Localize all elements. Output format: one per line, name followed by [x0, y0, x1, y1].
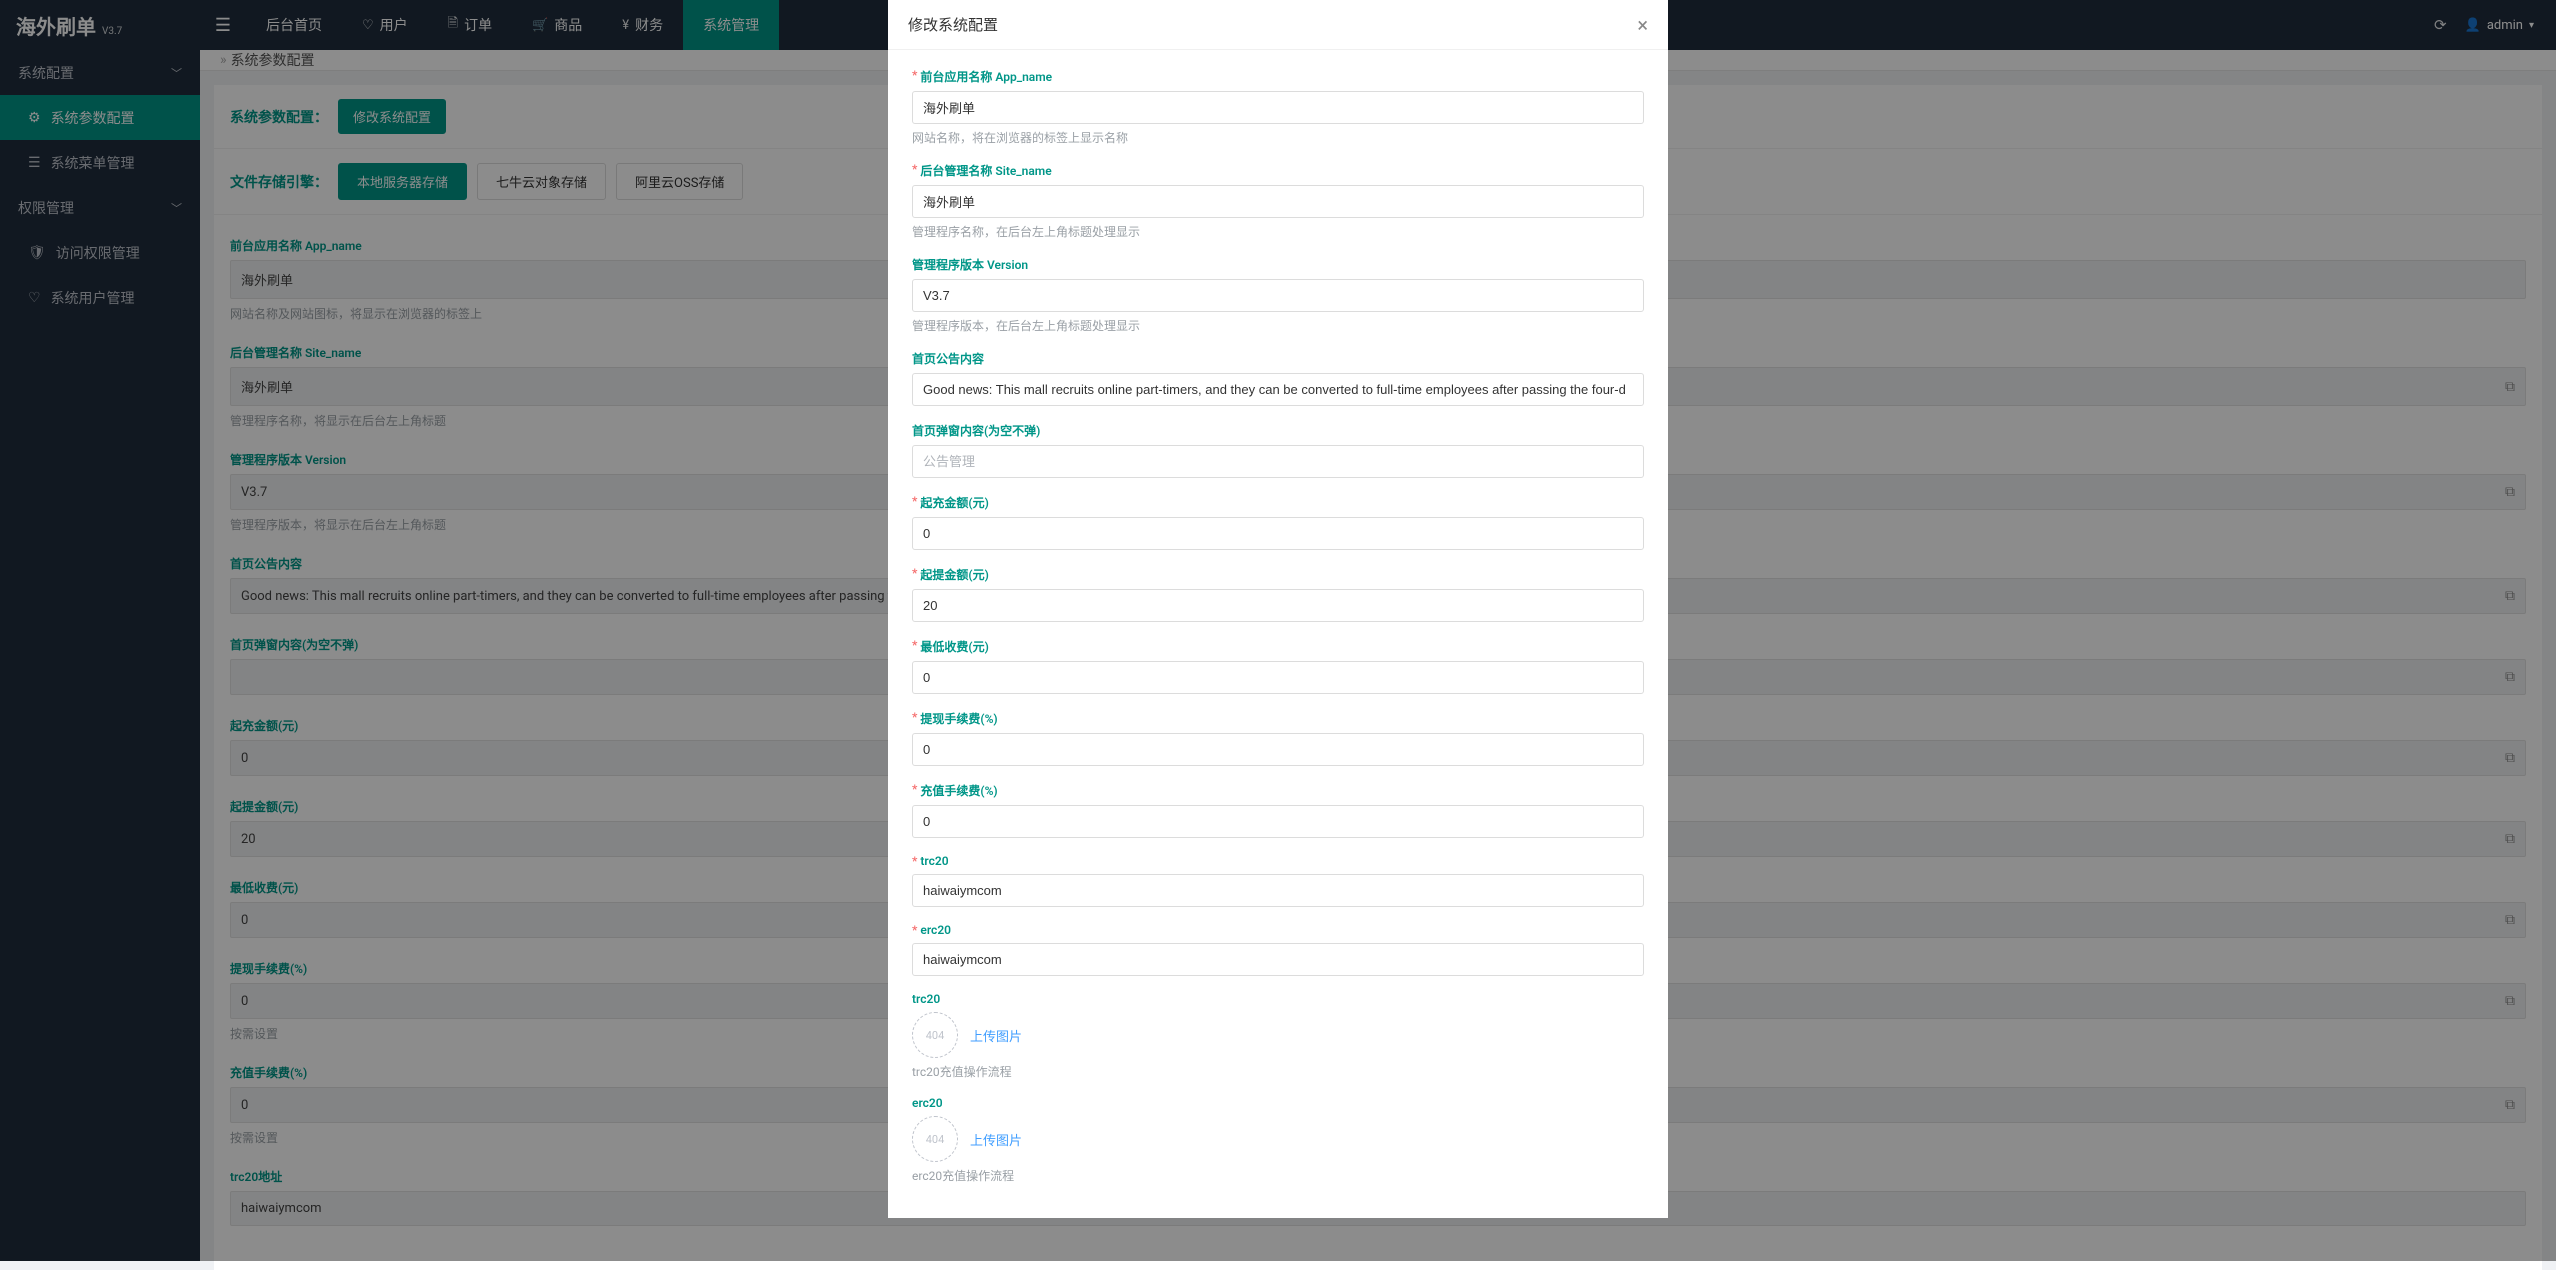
- required-marker: *: [912, 68, 917, 85]
- input-site-name[interactable]: [912, 185, 1644, 218]
- input-version[interactable]: [912, 279, 1644, 312]
- edit-config-dialog: 修改系统配置 × *前台应用名称 App_name网站名称，将在浏览器的标签上显…: [888, 0, 1668, 1218]
- input-min-withdraw[interactable]: [912, 589, 1644, 622]
- upload-link[interactable]: 上传图片: [970, 1026, 1022, 1045]
- input-min-fee[interactable]: [912, 661, 1644, 694]
- required-marker: *: [912, 494, 917, 511]
- d-label: 首页弹窗内容(为空不弹): [912, 422, 1040, 439]
- dialog-title: 修改系统配置: [908, 14, 998, 35]
- close-icon[interactable]: ×: [1637, 13, 1648, 37]
- d-label: 起充金额(元): [920, 494, 988, 511]
- required-marker: *: [912, 854, 917, 868]
- d-label: 后台管理名称 Site_name: [920, 162, 1051, 179]
- required-marker: *: [912, 782, 917, 799]
- d-label: 管理程序版本 Version: [912, 256, 1028, 273]
- d-label: 充值手续费(%): [920, 782, 997, 799]
- d-label: 前台应用名称 App_name: [920, 68, 1052, 85]
- d-label: 起提金额(元): [920, 566, 988, 583]
- d-label: trc20: [920, 854, 948, 868]
- d-hint: erc20充值操作流程: [912, 1167, 1644, 1184]
- d-label: 最低收费(元): [920, 638, 988, 655]
- required-marker: *: [912, 566, 917, 583]
- input-withdraw-pct[interactable]: [912, 733, 1644, 766]
- upload-trc20-image[interactable]: 404: [912, 1012, 958, 1058]
- d-hint: 网站名称，将在浏览器的标签上显示名称: [912, 129, 1644, 146]
- dialog-overlay[interactable]: 修改系统配置 × *前台应用名称 App_name网站名称，将在浏览器的标签上显…: [0, 0, 2556, 1261]
- required-marker: *: [912, 923, 917, 937]
- d-label: 提现手续费(%): [920, 710, 997, 727]
- d-hint: 管理程序名称，在后台左上角标题处理显示: [912, 223, 1644, 240]
- d-label: erc20: [912, 1096, 943, 1110]
- input-trc20[interactable]: [912, 874, 1644, 907]
- required-marker: *: [912, 162, 917, 179]
- d-label: trc20: [912, 992, 940, 1006]
- required-marker: *: [912, 638, 917, 655]
- input-app-name[interactable]: [912, 91, 1644, 124]
- required-marker: *: [912, 710, 917, 727]
- upload-erc20-image[interactable]: 404: [912, 1116, 958, 1162]
- input-recharge-pct[interactable]: [912, 805, 1644, 838]
- input-erc20[interactable]: [912, 943, 1644, 976]
- d-hint: 管理程序版本，在后台左上角标题处理显示: [912, 317, 1644, 334]
- d-hint: trc20充值操作流程: [912, 1063, 1644, 1080]
- input-min-recharge[interactable]: [912, 517, 1644, 550]
- d-label: 首页公告内容: [912, 350, 984, 367]
- upload-link[interactable]: 上传图片: [970, 1130, 1022, 1149]
- input-notice[interactable]: [912, 373, 1644, 406]
- dialog-body: *前台应用名称 App_name网站名称，将在浏览器的标签上显示名称 *后台管理…: [888, 50, 1668, 1218]
- d-label: erc20: [920, 923, 951, 937]
- input-popup[interactable]: [912, 445, 1644, 478]
